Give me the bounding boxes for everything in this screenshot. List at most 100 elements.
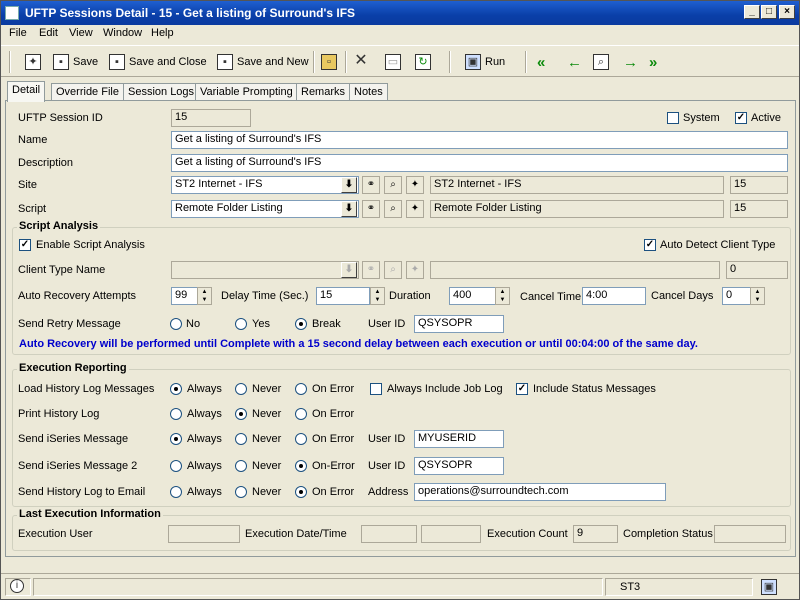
status-message-cell (33, 578, 603, 596)
retry-user-id-label: User ID (368, 318, 406, 330)
previous-record-button[interactable]: ← (567, 51, 582, 73)
iseries-on-error-radio[interactable] (295, 433, 307, 445)
iseries-never-radio[interactable] (235, 433, 247, 445)
iseries-always-radio[interactable] (170, 433, 182, 445)
include-job-log-checkbox[interactable] (370, 383, 382, 395)
email-on-error-radio[interactable] (295, 486, 307, 498)
site-new-icon[interactable]: ✦ (406, 176, 424, 194)
iseries2-never-radio[interactable] (235, 460, 247, 472)
last-record-button[interactable]: » (649, 51, 657, 73)
status-system-cell: ST3 (605, 578, 753, 596)
load-always-radio[interactable] (170, 383, 182, 395)
maximize-button[interactable]: □ (761, 5, 777, 19)
client-type-view-icon: ⌕ (384, 261, 402, 279)
execution-count-field: 9 (573, 525, 618, 543)
cancel-days-field[interactable]: 0 (722, 287, 752, 305)
run-button[interactable]: ▣ Run (465, 51, 505, 73)
iseries2-on-error-radio[interactable] (295, 460, 307, 472)
retry-user-id-field[interactable]: QSYSOPR (414, 315, 504, 333)
site-label: Site (18, 179, 37, 191)
completion-status-field (714, 525, 786, 543)
retry-yes-radio[interactable] (235, 318, 247, 330)
script-dropdown[interactable]: Remote Folder Listing (171, 200, 359, 218)
minimize-button[interactable]: _ (744, 5, 760, 19)
new-button[interactable]: ✦ (25, 51, 41, 73)
name-label: Name (18, 134, 48, 146)
info-icon[interactable]: i (10, 579, 24, 593)
iseries2-user-id-field[interactable]: QSYSOPR (414, 457, 504, 475)
menu-window[interactable]: Window (103, 27, 142, 39)
script-new-icon[interactable]: ✦ (406, 200, 424, 218)
email-never-radio[interactable] (235, 486, 247, 498)
cancel-days-spinner-icon[interactable]: ▲ ▼ (750, 287, 765, 305)
iseries2-always-radio[interactable] (170, 460, 182, 472)
open-folder-button[interactable]: ▫ (321, 51, 337, 73)
save-and-close-button[interactable]: ▪ Save and Close (109, 51, 207, 73)
auto-detect-checkbox[interactable]: ✓ (644, 239, 656, 251)
tab-override-file[interactable]: Override File (51, 83, 124, 101)
active-checkbox[interactable]: ✓ (735, 112, 747, 124)
site-view-icon[interactable]: ⌕ (384, 176, 402, 194)
load-on-error-radio[interactable] (295, 383, 307, 395)
email-address-field[interactable]: operations@surroundtech.com (414, 483, 666, 501)
tab-session-logs[interactable]: Session Logs (123, 83, 200, 101)
enable-script-analysis-checkbox[interactable]: ✓ (19, 239, 31, 251)
menu-help[interactable]: Help (151, 27, 174, 39)
close-button[interactable]: × (779, 5, 795, 19)
refresh-button[interactable]: ↻ (415, 51, 431, 73)
print-always-radio[interactable] (170, 408, 182, 420)
iseries-always-label: Always (187, 433, 222, 445)
send-email-label: Send History Log to Email (18, 486, 146, 498)
print-on-error-radio[interactable] (295, 408, 307, 420)
save-button[interactable]: ▪ Save (53, 51, 98, 73)
execution-user-field (168, 525, 240, 543)
cancel-time-field[interactable]: 4:00 (582, 287, 646, 305)
tab-variable-prompting[interactable]: Variable Prompting (195, 83, 298, 101)
name-field[interactable]: Get a listing of Surround's IFS (171, 131, 788, 149)
status-info-cell: i (5, 578, 31, 596)
include-status-checkbox[interactable]: ✓ (516, 383, 528, 395)
load-never-radio[interactable] (235, 383, 247, 395)
email-on-error-label: On Error (312, 486, 355, 498)
iseries-user-id-field[interactable]: MYUSERID (414, 430, 504, 448)
script-dropdown-arrow-icon[interactable]: ⬇ (341, 201, 357, 217)
save-and-new-button[interactable]: ▪ Save and New (217, 51, 309, 73)
retry-break-radio[interactable] (295, 318, 307, 330)
delete-button[interactable]: ✕ (353, 51, 369, 73)
delay-spinner-icon[interactable]: ▲ ▼ (370, 287, 385, 305)
include-job-log-label: Always Include Job Log (387, 383, 503, 395)
site-search-binoculars-icon[interactable]: ⚭ (362, 176, 380, 194)
duration-field[interactable]: 400 (449, 287, 501, 305)
menu-edit[interactable]: Edit (39, 27, 58, 39)
next-record-button[interactable]: → (623, 51, 638, 73)
delay-time-field[interactable]: 15 (316, 287, 370, 305)
duration-spinner-icon[interactable]: ▲ ▼ (495, 287, 510, 305)
first-record-button[interactable]: « (537, 51, 545, 73)
system-checkbox[interactable] (667, 112, 679, 124)
folder-icon: ▫ (321, 54, 337, 70)
retry-no-radio[interactable] (170, 318, 182, 330)
print-never-label: Never (252, 408, 282, 420)
print-button[interactable]: ▭ (385, 51, 401, 73)
send-iseries2-label: Send iSeries Message 2 (18, 460, 138, 472)
site-number-field: 15 (730, 176, 788, 194)
recovery-spinner-icon[interactable]: ▲ ▼ (197, 287, 212, 305)
tab-remarks[interactable]: Remarks (296, 83, 351, 101)
load-always-label: Always (187, 383, 222, 395)
iseries-on-error-label: On Error (312, 433, 355, 445)
find-record-button[interactable]: ⌕ (593, 51, 609, 73)
menu-view[interactable]: View (69, 27, 93, 39)
script-view-icon[interactable]: ⌕ (384, 200, 402, 218)
script-search-binoculars-icon[interactable]: ⚭ (362, 200, 380, 218)
print-never-radio[interactable] (235, 408, 247, 420)
enable-script-analysis-label: Enable Script Analysis (36, 239, 145, 251)
site-dropdown[interactable]: ST2 Internet - IFS (171, 176, 359, 194)
site-dropdown-arrow-icon[interactable]: ⬇ (341, 177, 357, 193)
tab-detail[interactable]: Detail (7, 81, 46, 102)
email-always-radio[interactable] (170, 486, 182, 498)
completion-status-label: Completion Status (623, 528, 713, 540)
printer-icon: ▭ (385, 54, 401, 70)
description-field[interactable]: Get a listing of Surround's IFS (171, 154, 788, 172)
menu-file[interactable]: File (9, 27, 27, 39)
tab-notes[interactable]: Notes (349, 83, 388, 101)
